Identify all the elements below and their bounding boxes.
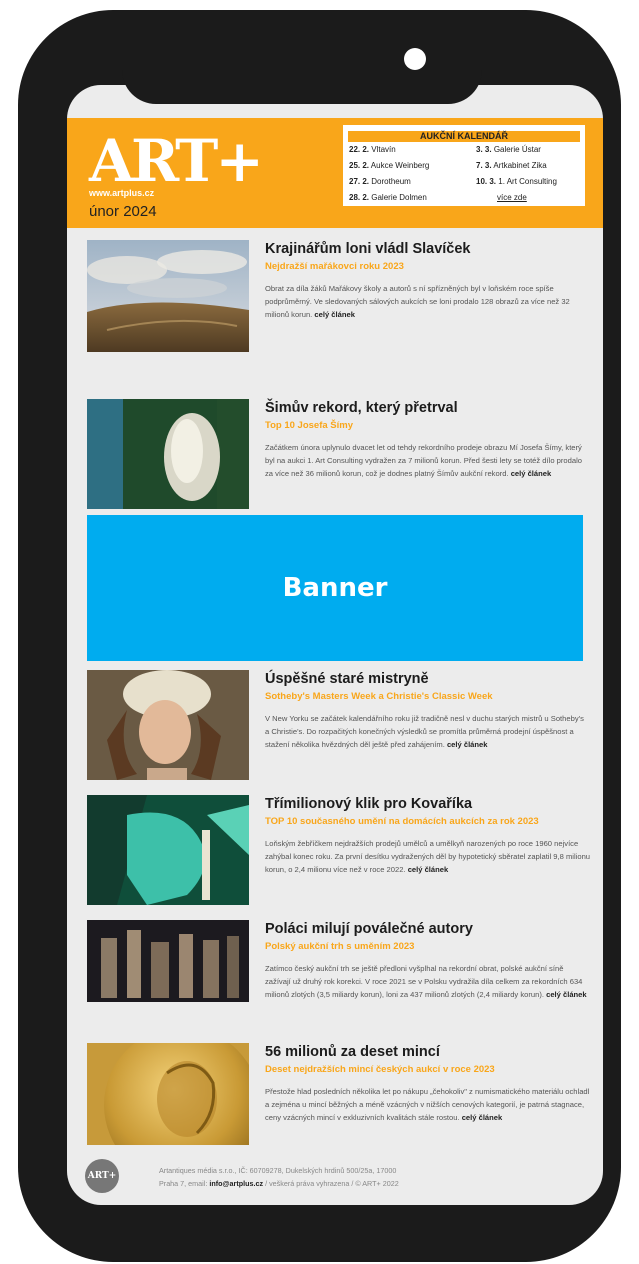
article-subtitle: Deset nejdražších mincí českých aukcí v … bbox=[265, 1064, 495, 1075]
sculpture-image[interactable] bbox=[87, 920, 249, 1002]
read-more-link[interactable]: celý článek bbox=[447, 740, 488, 749]
calendar-more-link[interactable]: více zde bbox=[497, 193, 527, 202]
read-more-link[interactable]: celý článek bbox=[314, 310, 355, 319]
portrait-painting-image[interactable] bbox=[87, 670, 249, 780]
calendar-entry[interactable]: 22. 2. Vltavín bbox=[349, 145, 396, 154]
article-text: Loňským žebříčkem nejdražších prodejů um… bbox=[265, 839, 591, 874]
auction-calendar: AUKČNÍ KALENDÁŘ 22. 2. Vltavín 25. 2. Au… bbox=[343, 125, 585, 206]
article-title[interactable]: Poláci milují poválečné autory bbox=[265, 920, 590, 938]
calendar-title: AUKČNÍ KALENDÁŘ bbox=[348, 131, 580, 142]
article-title[interactable]: 56 milionů za deset mincí bbox=[265, 1043, 590, 1061]
phone-notch bbox=[122, 46, 482, 104]
newsletter-footer: ART+ Artantiques média s.r.o., IČ: 60709… bbox=[67, 1151, 603, 1205]
newsletter-screen: ART+ www.artplus.cz únor 2024 AUKČNÍ KAL… bbox=[67, 85, 603, 1205]
calendar-entry[interactable]: 10. 3. 1. Art Consulting bbox=[476, 177, 557, 186]
issue-date: únor 2024 bbox=[89, 203, 157, 220]
site-url[interactable]: www.artplus.cz bbox=[89, 188, 154, 198]
article-subtitle: TOP 10 současného umění na domácích aukc… bbox=[265, 816, 539, 827]
article-subtitle: Nejdražší mařákovci roku 2023 bbox=[265, 261, 404, 272]
landscape-painting-image[interactable] bbox=[87, 240, 249, 352]
article-text: Začátkem února uplynulo dvacet let od te… bbox=[265, 443, 582, 478]
read-more-link[interactable]: celý článek bbox=[462, 1113, 503, 1122]
article-subtitle: Polský aukční trh s uměním 2023 bbox=[265, 941, 415, 952]
article-subtitle: Top 10 Josefa Šímy bbox=[265, 420, 353, 431]
read-more-link[interactable]: celý článek bbox=[408, 865, 449, 874]
calendar-entry[interactable]: 25. 2. Aukce Weinberg bbox=[349, 161, 429, 170]
article-body: Poláci milují poválečné autory Polský au… bbox=[265, 920, 590, 1001]
calendar-entry[interactable]: 27. 2. Dorotheum bbox=[349, 177, 411, 186]
article-title[interactable]: Krajinářům loni vládl Slavíček bbox=[265, 240, 590, 258]
article-text: Zatímco český aukční trh se ještě předlo… bbox=[265, 964, 587, 999]
article-body: Šimův rekord, který přetrval Top 10 Jose… bbox=[265, 399, 590, 480]
article-title[interactable]: Úspěšné staré mistryně bbox=[265, 670, 590, 688]
read-more-link[interactable]: celý článek bbox=[511, 469, 552, 478]
camera-icon bbox=[404, 48, 426, 70]
article-title[interactable]: Šimův rekord, který přetrval bbox=[265, 399, 590, 417]
calendar-entry[interactable]: 28. 2. Galerie Dolmen bbox=[349, 193, 427, 202]
footer-text: Artantiques média s.r.o., IČ: 60709278, … bbox=[159, 1166, 399, 1188]
article-text: V New Yorku se začátek kalendářního roku… bbox=[265, 714, 584, 749]
sima-painting-image[interactable] bbox=[87, 399, 249, 509]
article-subtitle: Sotheby's Masters Week a Christie's Clas… bbox=[265, 691, 493, 702]
article-body: Krajinářům loni vládl Slavíček Nejdražší… bbox=[265, 240, 590, 321]
contemporary-painting-image[interactable] bbox=[87, 795, 249, 905]
footer-logo[interactable]: ART+ bbox=[85, 1159, 119, 1193]
artplus-logo[interactable]: ART+ bbox=[89, 132, 264, 190]
ad-banner[interactable]: Banner bbox=[87, 515, 583, 661]
read-more-link[interactable]: celý článek bbox=[546, 990, 587, 999]
article-text: Přestože hlad posledních několika let po… bbox=[265, 1087, 590, 1122]
newsletter-header: ART+ www.artplus.cz únor 2024 AUKČNÍ KAL… bbox=[67, 118, 603, 228]
gold-coin-image[interactable] bbox=[87, 1043, 249, 1145]
article-body: Úspěšné staré mistryně Sotheby's Masters… bbox=[265, 670, 590, 751]
article-body: Třímilionový klik pro Kovaříka TOP 10 so… bbox=[265, 795, 590, 876]
calendar-entry[interactable]: 3. 3. Galerie Ústar bbox=[476, 145, 541, 154]
footer-email-link[interactable]: info@artplus.cz bbox=[209, 1179, 263, 1188]
article-title[interactable]: Třímilionový klik pro Kovaříka bbox=[265, 795, 590, 813]
article-body: 56 milionů za deset mincí Deset nejdražš… bbox=[265, 1043, 590, 1124]
calendar-entry[interactable]: 7. 3. Artkabinet Zika bbox=[476, 161, 547, 170]
article-text: Obrat za díla žáků Mařákovy školy a auto… bbox=[265, 284, 570, 319]
